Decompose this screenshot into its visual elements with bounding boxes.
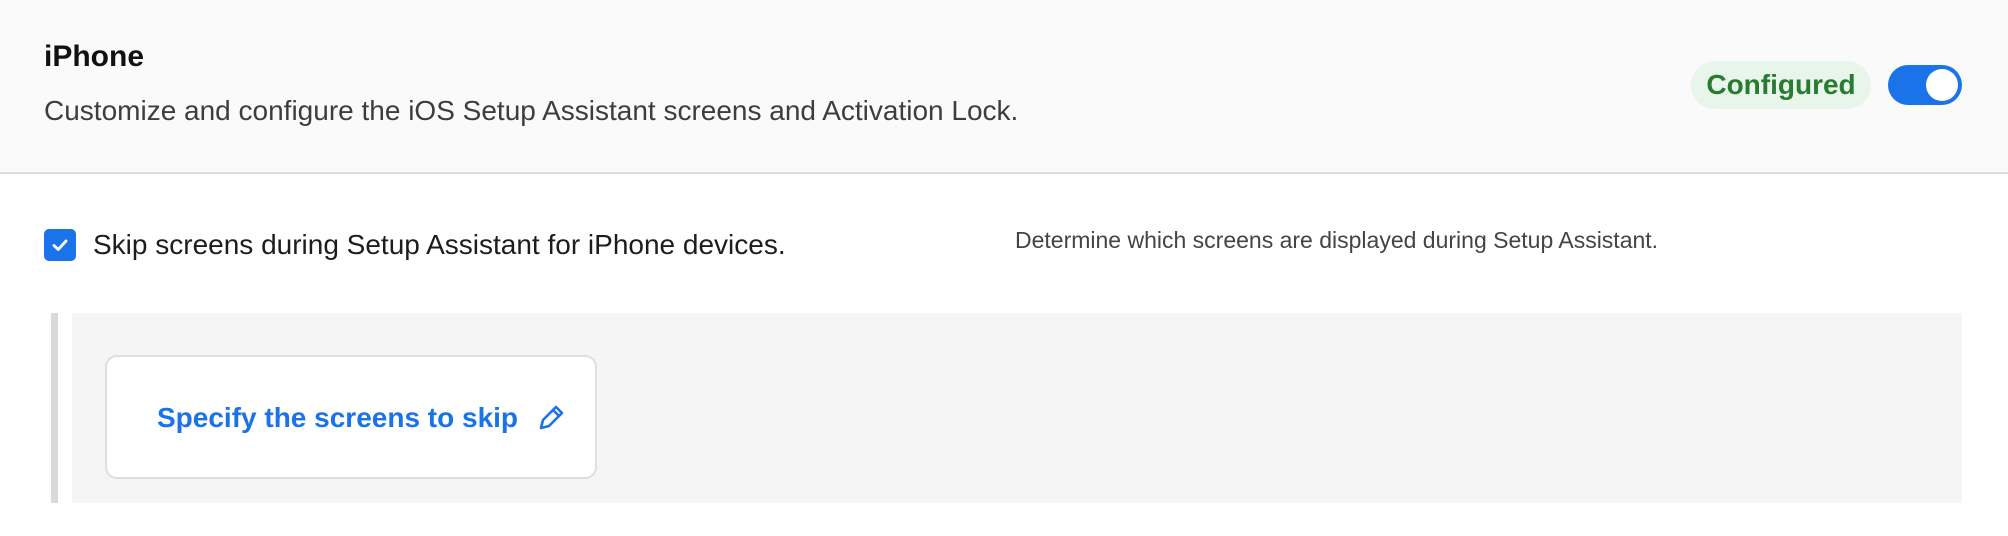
specify-screens-link[interactable]: Specify the screens to skip [157, 401, 568, 435]
check-icon [52, 239, 68, 251]
panel-left-rule [51, 313, 58, 503]
skip-screens-checkbox[interactable] [44, 229, 76, 261]
section-description: Customize and configure the iOS Setup As… [44, 95, 1019, 126]
specify-screens-label: Specify the screens to skip [157, 402, 519, 433]
enable-toggle[interactable] [1888, 65, 1962, 105]
specify-screens-card[interactable]: Specify the screens to skip [105, 355, 597, 479]
status-badge: Configured [1691, 61, 1871, 109]
section-title: iPhone [44, 40, 145, 73]
skip-screens-label: Skip screens during Setup Assistant for … [93, 229, 786, 260]
section-header: iPhone Customize and configure the iOS S… [0, 0, 2008, 174]
toggle-knob [1926, 69, 1958, 101]
pencil-icon [534, 401, 568, 435]
helper-text: Determine which screens are displayed du… [1015, 227, 1659, 253]
